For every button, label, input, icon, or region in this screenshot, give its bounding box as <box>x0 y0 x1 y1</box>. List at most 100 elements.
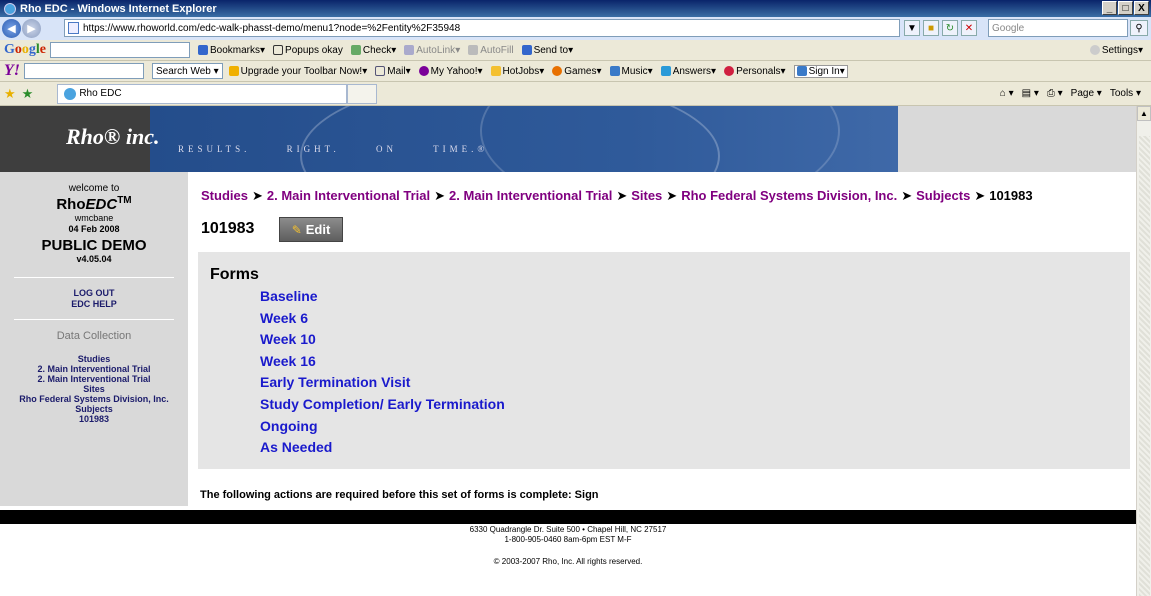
answers-button[interactable]: Answers ▾ <box>660 66 716 77</box>
my-yahoo-button[interactable]: My Yahoo! ▾ <box>418 66 483 77</box>
demo-label: PUBLIC DEMO <box>41 237 147 254</box>
session-date: 04 Feb 2008 <box>68 224 120 234</box>
dropdown-icon[interactable]: ▼ <box>904 20 920 36</box>
favorites-star-icon[interactable]: ★ <box>4 86 16 102</box>
form-link-ongoing[interactable]: Ongoing <box>260 418 505 440</box>
settings-button[interactable]: Settings ▾ <box>1089 45 1143 56</box>
games-button[interactable]: Games ▾ <box>552 66 602 77</box>
breadcrumb-trial-2[interactable]: 2. Main Interventional Trial <box>449 188 612 203</box>
feeds-icon[interactable]: ▤ ▾ <box>1022 88 1039 99</box>
breadcrumb-subjects[interactable]: Subjects <box>916 188 970 203</box>
command-bar: ⌂ ▾ ▤ ▾ ⎙ ▾ Page ▾ Tools ▾ <box>1000 88 1141 99</box>
home-icon[interactable]: ⌂ ▾ <box>1000 88 1014 99</box>
lock-icon[interactable]: ■ <box>923 20 939 36</box>
sidebar-nav-site[interactable]: Rho Federal Systems Division, Inc. <box>0 394 188 404</box>
autolink-button[interactable]: AutoLink ▾ <box>404 45 460 56</box>
arrow-right-icon: ➤ <box>434 188 446 203</box>
google-logo: Google <box>4 42 46 57</box>
form-link-week-10[interactable]: Week 10 <box>260 331 505 353</box>
divider <box>14 319 174 320</box>
search-web-button[interactable]: Search Web ▾ <box>152 63 223 79</box>
maximize-button[interactable]: □ <box>1118 1 1133 15</box>
yahoo-search-input[interactable] <box>24 63 144 79</box>
form-link-study-completion[interactable]: Study Completion/ Early Termination <box>260 396 505 418</box>
sidebar-nav-subject[interactable]: 101983 <box>0 414 188 424</box>
footer: 6330 Quadrangle Dr. Suite 500 • Chapel H… <box>0 525 1136 567</box>
form-link-week-16[interactable]: Week 16 <box>260 353 505 375</box>
site-banner: Rho® inc. RESULTS. RIGHT. ON TIME.® <box>0 106 898 172</box>
autofill-button[interactable]: AutoFill <box>468 45 514 56</box>
send-to-button[interactable]: Send to ▾ <box>521 45 573 56</box>
page-menu[interactable]: Page ▾ <box>1071 88 1102 99</box>
upgrade-link[interactable]: Upgrade your Toolbar Now! ▾ <box>228 66 367 77</box>
sidebar-nav-subjects[interactable]: Subjects <box>0 404 188 414</box>
mail-button[interactable]: Mail ▾ <box>375 66 411 77</box>
sign-in-button[interactable]: Sign In ▾ <box>793 64 848 78</box>
page-content: Rho® inc. RESULTS. RIGHT. ON TIME.® welc… <box>0 106 1136 596</box>
breadcrumb-current: 101983 <box>989 188 1033 203</box>
refresh-icon[interactable]: ↻ <box>942 20 958 36</box>
form-link-week-6[interactable]: Week 6 <box>260 310 505 332</box>
music-icon <box>609 66 620 76</box>
breadcrumb-site[interactable]: Rho Federal Systems Division, Inc. <box>681 188 897 203</box>
breadcrumb-studies[interactable]: Studies <box>201 188 248 203</box>
sidebar-nav-sites[interactable]: Sites <box>0 384 188 394</box>
form-link-as-needed[interactable]: As Needed <box>260 439 505 461</box>
breadcrumb-trial[interactable]: 2. Main Interventional Trial <box>267 188 430 203</box>
print-icon[interactable]: ⎙ ▾ <box>1047 88 1063 99</box>
edit-button[interactable]: ✎ Edit <box>279 217 343 242</box>
search-input[interactable]: Google <box>988 19 1128 37</box>
sidebar-nav-trial-2[interactable]: 2. Main Interventional Trial <box>0 374 188 384</box>
popups-button[interactable]: Popups okay <box>273 45 343 56</box>
required-actions-note: The following actions are required befor… <box>200 489 599 501</box>
address-tools: ▼ ■ ↻ ✕ <box>904 20 977 36</box>
minimize-button[interactable]: _ <box>1102 1 1117 15</box>
help-link[interactable]: EDC HELP <box>0 299 188 310</box>
window-title: Rho EDC - Windows Internet Explorer <box>20 2 217 15</box>
form-link-baseline[interactable]: Baseline <box>260 288 505 310</box>
personals-button[interactable]: Personals ▾ <box>724 66 786 77</box>
tab-rho-edc[interactable]: Rho EDC <box>57 83 348 104</box>
pencil-icon: ✎ <box>291 222 302 237</box>
add-favorites-icon[interactable]: ★ <box>22 86 34 102</box>
tools-menu[interactable]: Tools ▾ <box>1110 88 1141 99</box>
hotjobs-button[interactable]: HotJobs ▾ <box>490 66 544 77</box>
spellcheck-icon <box>350 45 361 55</box>
stop-icon[interactable]: ✕ <box>961 20 977 36</box>
yahoo-toolbar: Y! Search Web ▾ Upgrade your Toolbar Now… <box>0 61 1151 82</box>
version: v4.05.04 <box>76 254 112 264</box>
banner-tagline: RESULTS. RIGHT. ON TIME.® <box>178 144 489 154</box>
sidebar-nav-studies[interactable]: Studies <box>0 354 188 364</box>
scroll-track[interactable] <box>1139 136 1150 596</box>
warning-icon <box>228 66 239 76</box>
forms-heading: Forms <box>210 266 259 283</box>
tab-row: ★ ★ Rho EDC ⌂ ▾ ▤ ▾ ⎙ ▾ Page ▾ Tools ▾ <box>0 82 1151 106</box>
scroll-up-icon[interactable]: ▲ <box>1137 106 1151 121</box>
google-search-input[interactable] <box>50 42 190 58</box>
music-button[interactable]: Music ▾ <box>609 66 653 77</box>
back-button[interactable]: ◀ <box>2 19 21 38</box>
check-button[interactable]: Check ▾ <box>350 45 396 56</box>
forward-button[interactable]: ▶ <box>22 19 41 38</box>
new-tab-button[interactable] <box>347 83 378 104</box>
arrow-right-icon: ➤ <box>251 188 263 203</box>
bookmarks-menu[interactable]: Bookmarks ▾ <box>198 45 265 56</box>
close-button[interactable]: X <box>1134 1 1149 15</box>
logout-link[interactable]: LOG OUT <box>0 288 188 299</box>
address-input[interactable]: https://www.rhoworld.com/edc-walk-phasst… <box>64 19 900 37</box>
footer-address: 6330 Quadrangle Dr. Suite 500 • Chapel H… <box>469 525 667 534</box>
sidebar-nav-trial[interactable]: 2. Main Interventional Trial <box>0 364 188 374</box>
hotjobs-icon <box>490 66 501 76</box>
breadcrumb-sites[interactable]: Sites <box>631 188 662 203</box>
footer-phone: 1-800-905-0460 8am-6pm EST M-F <box>504 535 632 544</box>
ie-logo-icon <box>4 2 16 15</box>
form-link-early-termination-visit[interactable]: Early Termination Visit <box>260 374 505 396</box>
search-icon[interactable]: ⚲ <box>1130 20 1148 36</box>
footer-copyright: © 2003-2007 Rho, Inc. All rights reserve… <box>493 557 643 566</box>
username: wmcbane <box>74 213 114 223</box>
vertical-scrollbar[interactable]: ▲ <box>1136 106 1151 596</box>
forms-panel: Forms Baseline Week 6 Week 10 Week 16 Ea… <box>198 252 1130 469</box>
window-titlebar: Rho EDC - Windows Internet Explorer _ □ … <box>0 0 1151 17</box>
address-bar-row: ◀ ▶ https://www.rhoworld.com/edc-walk-ph… <box>0 17 1151 40</box>
autofill-icon <box>468 45 479 55</box>
